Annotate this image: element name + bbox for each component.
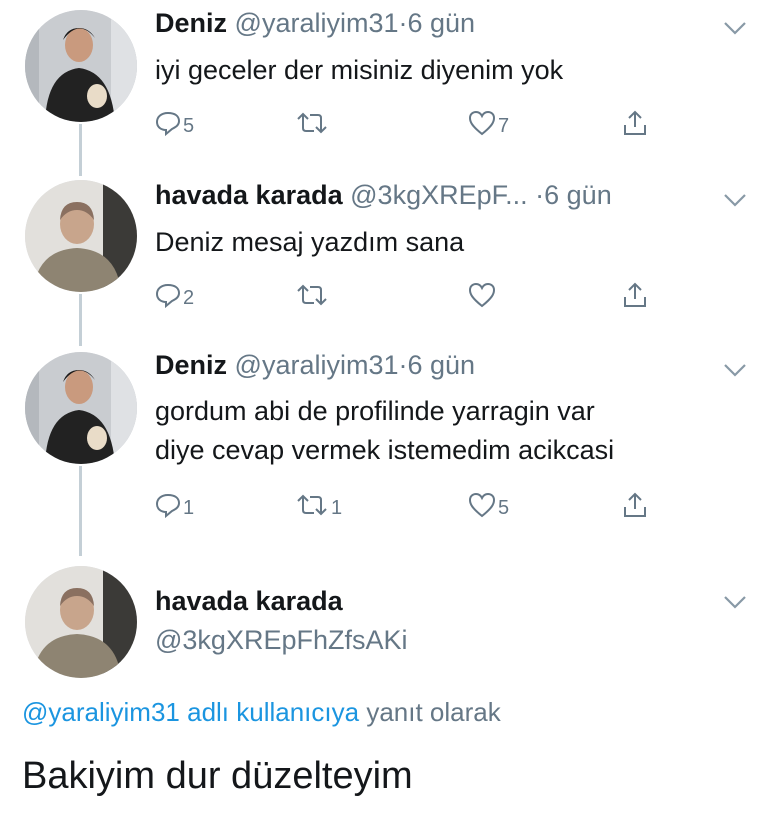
share-icon xyxy=(624,110,646,135)
author-handle[interactable]: @yaraliyim31 xyxy=(235,8,399,38)
chevron-down-icon[interactable] xyxy=(721,592,749,612)
share-button[interactable] xyxy=(622,106,648,140)
author-name[interactable]: Deniz xyxy=(155,350,227,380)
tweet[interactable]: Deniz @yaraliyim31·6 gün gordum abi de p… xyxy=(0,342,767,556)
tweet-text-line: gordum abi de profilinde yarragin var xyxy=(155,396,595,426)
tweet[interactable]: havada karada @3kgXREpF... ·6 gün Deniz … xyxy=(0,170,767,342)
like-count: 5 xyxy=(498,496,510,519)
chevron-down-icon[interactable] xyxy=(721,18,749,38)
share-icon xyxy=(624,492,646,517)
like-button[interactable] xyxy=(468,278,498,312)
reply-count: 1 xyxy=(183,496,195,519)
like-button[interactable]: 5 xyxy=(468,488,509,522)
reply-icon xyxy=(155,111,181,136)
share-button[interactable] xyxy=(622,488,648,522)
retweet-icon xyxy=(297,494,327,516)
reply-button[interactable]: 5 xyxy=(155,106,194,140)
reply-button[interactable]: 1 xyxy=(155,488,194,522)
avatar[interactable] xyxy=(25,10,137,122)
retweet-button[interactable] xyxy=(295,106,331,140)
reply-count: 5 xyxy=(183,114,195,137)
reply-icon xyxy=(155,283,181,308)
reply-context-suffix: yanıt olarak xyxy=(359,697,501,727)
avatar[interactable] xyxy=(25,566,137,678)
timestamp[interactable]: 6 gün xyxy=(407,8,475,38)
like-button[interactable]: 7 xyxy=(468,106,509,140)
tweet-text-line: diye cevap vermek istemedim acikcasi xyxy=(155,435,615,465)
timestamp[interactable]: 6 gün xyxy=(407,350,475,380)
retweet-count: 1 xyxy=(331,496,343,519)
reply-button[interactable]: 2 xyxy=(155,278,194,312)
author-handle[interactable]: @yaraliyim31 xyxy=(235,350,399,380)
author-name[interactable]: Deniz xyxy=(155,8,227,38)
retweet-icon xyxy=(297,112,327,134)
chevron-down-icon[interactable] xyxy=(721,190,749,210)
separator-dot: · xyxy=(535,180,545,210)
author-name[interactable]: havada karada xyxy=(155,180,343,210)
author-handle[interactable]: @3kgXREpFhZfsAKi xyxy=(155,625,408,656)
retweet-icon xyxy=(297,284,327,306)
tweet-text: Deniz mesaj yazdım sana xyxy=(155,227,465,257)
timestamp[interactable]: 6 gün xyxy=(544,180,612,210)
tweet-text: Bakiyim dur düzelteyim xyxy=(22,755,413,797)
tweet[interactable]: Deniz @yaraliyim31·6 gün iyi geceler der… xyxy=(0,0,767,170)
retweet-button[interactable] xyxy=(295,278,331,312)
share-icon xyxy=(624,282,646,307)
like-icon xyxy=(468,282,496,308)
chevron-down-icon[interactable] xyxy=(721,360,749,380)
reply-icon xyxy=(155,493,181,518)
retweet-button[interactable]: 1 xyxy=(295,488,342,522)
reply-mention-link[interactable]: @yaraliyim31 adlı kullanıcıya xyxy=(22,697,359,727)
reply-context: @yaraliyim31 adlı kullanıcıya yanıt olar… xyxy=(22,697,501,728)
avatar[interactable] xyxy=(25,352,137,464)
like-icon xyxy=(468,492,496,518)
share-button[interactable] xyxy=(622,278,648,312)
author-handle[interactable]: @3kgXREpF... xyxy=(350,180,527,210)
like-count: 7 xyxy=(498,114,510,137)
reply-count: 2 xyxy=(183,286,195,309)
tweet-text: iyi geceler der misiniz diyenim yok xyxy=(155,55,564,85)
author-name[interactable]: havada karada xyxy=(155,586,343,617)
avatar[interactable] xyxy=(25,180,137,292)
like-icon xyxy=(468,110,496,136)
